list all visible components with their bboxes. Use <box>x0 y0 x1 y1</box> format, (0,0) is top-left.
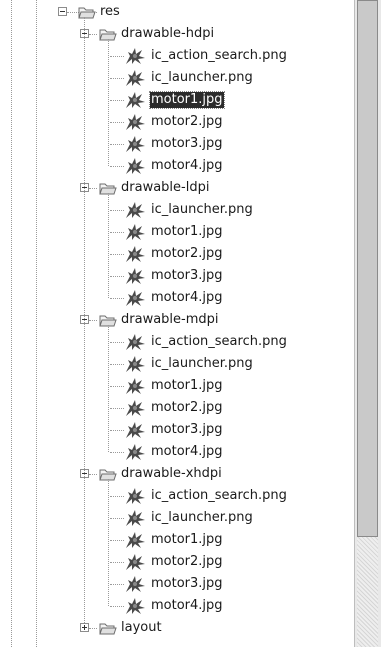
tree-item-label: motor2.jpg <box>151 114 223 129</box>
tree-item-label: ic_launcher.png <box>151 202 253 217</box>
folder-icon <box>99 623 117 635</box>
scrollbar-thumb[interactable] <box>357 0 378 537</box>
image-file-icon <box>126 158 145 174</box>
image-file-icon <box>126 378 145 394</box>
image-file-icon <box>126 598 145 614</box>
tree-item-label: ic_launcher.png <box>151 510 253 525</box>
tree-item-label: motor1.jpg <box>149 91 225 109</box>
image-file-icon <box>126 268 145 284</box>
tree-item-label: motor4.jpg <box>151 290 223 305</box>
tree-item-label: motor4.jpg <box>151 444 223 459</box>
tree-item-label: motor2.jpg <box>151 400 223 415</box>
image-file-icon <box>126 488 145 504</box>
image-file-icon <box>126 576 145 592</box>
scrollbar-track[interactable] <box>357 537 378 647</box>
expand-toggle[interactable] <box>80 623 89 632</box>
image-file-icon <box>126 422 145 438</box>
image-file-icon <box>126 356 145 372</box>
source-folder-icon <box>78 7 96 19</box>
tree-item-label: ic_launcher.png <box>151 356 253 371</box>
tree-item-label: drawable-mdpi <box>121 312 219 327</box>
image-file-icon <box>126 554 145 570</box>
tree-item-res[interactable] <box>0 1 354 23</box>
tree-item-folder[interactable] <box>0 617 354 639</box>
image-file-icon <box>126 92 145 108</box>
vertical-scrollbar[interactable] <box>354 0 381 647</box>
tree-item-label: motor4.jpg <box>151 158 223 173</box>
tree-item-label: ic_action_search.png <box>151 48 287 63</box>
tree-item-label: ic_action_search.png <box>151 488 287 503</box>
tree-item-label: motor4.jpg <box>151 598 223 613</box>
image-file-icon <box>126 246 145 262</box>
expand-toggle-res[interactable] <box>58 7 67 16</box>
tree-item-label: motor2.jpg <box>151 554 223 569</box>
tree-item-label: motor1.jpg <box>151 378 223 393</box>
image-file-icon <box>126 136 145 152</box>
image-file-icon <box>126 532 145 548</box>
image-file-icon <box>126 224 145 240</box>
image-file-icon <box>126 290 145 306</box>
image-file-icon <box>126 444 145 460</box>
tree-item-label: drawable-ldpi <box>121 180 210 195</box>
tree-item-label: res <box>100 4 120 19</box>
tree-item-label: motor3.jpg <box>151 576 223 591</box>
tree-item-label: motor3.jpg <box>151 422 223 437</box>
tree-item-label: motor1.jpg <box>151 224 223 239</box>
project-tree[interactable]: res drawable-hdpi ic_action_search.png ic_l… <box>0 0 354 647</box>
image-file-icon <box>126 334 145 350</box>
image-file-icon <box>126 48 145 64</box>
tree-item-label: drawable-hdpi <box>121 26 215 41</box>
tree-item-label: drawable-xhdpi <box>121 466 222 481</box>
tree-item-label: motor3.jpg <box>151 268 223 283</box>
tree-item-label: motor1.jpg <box>151 532 223 547</box>
tree-item-label: motor2.jpg <box>151 246 223 261</box>
image-file-icon <box>126 510 145 526</box>
tree-item-label: ic_action_search.png <box>151 334 287 349</box>
tree-item-label: motor3.jpg <box>151 136 223 151</box>
tree-item-label: layout <box>121 620 162 635</box>
image-file-icon <box>126 114 145 130</box>
image-file-icon <box>126 70 145 86</box>
tree-item-label: ic_launcher.png <box>151 70 253 85</box>
image-file-icon <box>126 202 145 218</box>
image-file-icon <box>126 400 145 416</box>
